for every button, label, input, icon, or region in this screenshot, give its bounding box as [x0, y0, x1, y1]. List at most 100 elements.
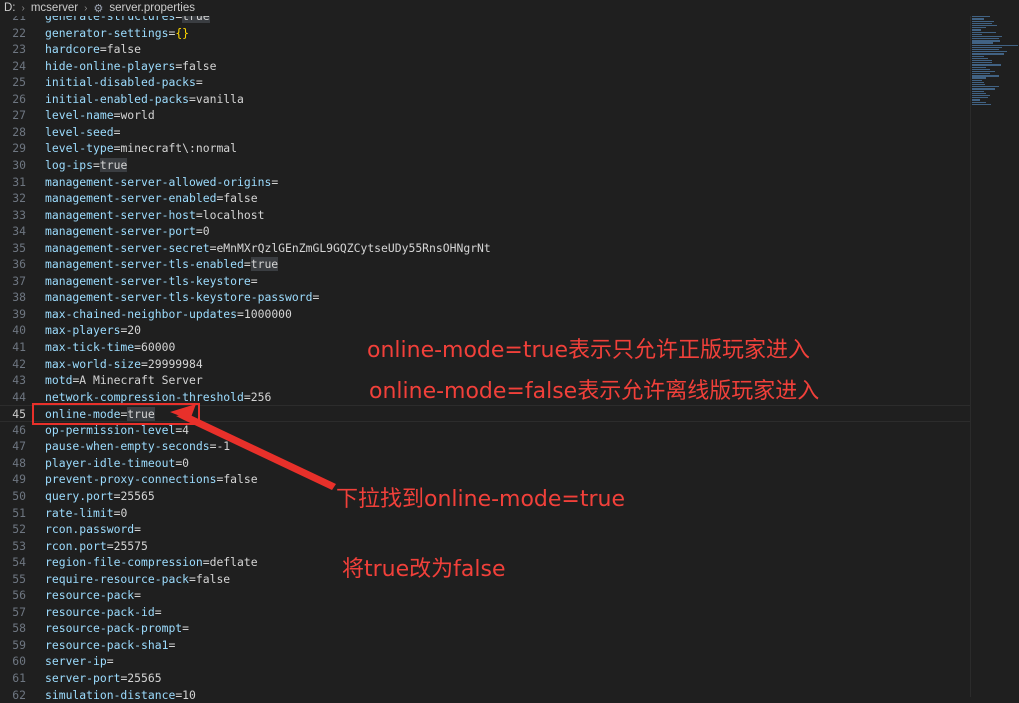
- equals-sign: =: [189, 571, 196, 586]
- code-text[interactable]: resource-pack-prompt=: [45, 620, 189, 637]
- property-key: server-ip: [45, 654, 107, 669]
- code-line[interactable]: 53 rcon.port=25575: [0, 538, 970, 555]
- code-text[interactable]: server-port=25565: [45, 670, 162, 687]
- code-text[interactable]: pause-when-empty-seconds=-1: [45, 438, 230, 455]
- code-text[interactable]: rcon.password=: [45, 521, 141, 538]
- code-line[interactable]: 59 resource-pack-sha1=: [0, 637, 970, 654]
- code-text[interactable]: player-idle-timeout=0: [45, 455, 189, 472]
- code-text[interactable]: rate-limit=0: [45, 505, 127, 522]
- code-text[interactable]: hardcore=false: [45, 41, 141, 58]
- code-line[interactable]: 40 max-players=20: [0, 322, 970, 339]
- breadcrumb-folder[interactable]: mcserver: [31, 2, 78, 14]
- code-line[interactable]: 48 player-idle-timeout=0: [0, 455, 970, 472]
- line-number: 56: [12, 588, 26, 603]
- code-text[interactable]: management-server-tls-keystore-password=: [45, 289, 319, 306]
- code-line[interactable]: 60 server-ip=: [0, 653, 970, 670]
- code-text[interactable]: prevent-proxy-connections=false: [45, 471, 258, 488]
- code-text[interactable]: server-ip=: [45, 653, 114, 670]
- code-text[interactable]: rcon.port=25575: [45, 538, 148, 555]
- property-value: true: [250, 257, 279, 272]
- code-line[interactable]: 26 initial-enabled-packs=vanilla: [0, 91, 970, 108]
- property-value: eMnMXrQzlGEnZmGL9GQZCytseUDy55RnsOHNgrNt: [216, 240, 491, 255]
- code-line[interactable]: 56 resource-pack=: [0, 587, 970, 604]
- minimap-line: [972, 92, 987, 95]
- code-text[interactable]: level-type=minecraft\:normal: [45, 140, 237, 157]
- code-line[interactable]: 47 pause-when-empty-seconds=-1: [0, 438, 970, 455]
- code-text[interactable]: generator-settings={}: [45, 25, 189, 42]
- code-text[interactable]: require-resource-pack=false: [45, 571, 230, 588]
- code-text[interactable]: motd=A Minecraft Server: [45, 372, 203, 389]
- minimap-line: [972, 66, 986, 68]
- code-line[interactable]: 38 management-server-tls-keystore-passwor…: [0, 289, 970, 306]
- code-line[interactable]: 39 max-chained-neighbor-updates=1000000: [0, 306, 970, 323]
- code-text[interactable]: management-server-secret=eMnMXrQzlGEnZmG…: [45, 240, 491, 257]
- minimap-line: [972, 53, 1004, 55]
- equals-sign: =: [195, 207, 203, 222]
- code-line[interactable]: 61 server-port=25565: [0, 670, 970, 687]
- code-line[interactable]: 36 management-server-tls-enabled=true: [0, 256, 970, 273]
- code-text[interactable]: resource-pack-id=: [45, 604, 162, 621]
- minimap-line: [972, 55, 984, 57]
- equals-sign: =: [202, 555, 210, 570]
- code-line[interactable]: 24 hide-online-players=false: [0, 58, 970, 75]
- code-text[interactable]: management-server-tls-enabled=true: [45, 256, 279, 273]
- code-text[interactable]: management-server-tls-keystore=: [45, 273, 258, 290]
- code-line[interactable]: 28 level-seed=: [0, 124, 970, 141]
- code-text[interactable]: management-server-allowed-origins=: [45, 174, 278, 191]
- code-line[interactable]: 27 level-name=world: [0, 107, 970, 124]
- code-line[interactable]: 32 management-server-enabled=false: [0, 190, 970, 207]
- line-number: 51: [12, 505, 26, 520]
- line-number: 54: [12, 555, 26, 570]
- code-line[interactable]: 30 log-ips=true: [0, 157, 970, 174]
- code-line[interactable]: 57 resource-pack-id=: [0, 604, 970, 621]
- code-text[interactable]: initial-enabled-packs=vanilla: [45, 91, 244, 108]
- code-line[interactable]: 35 management-server-secret=eMnMXrQzlGEnZ…: [0, 240, 970, 257]
- equals-sign: =: [250, 273, 258, 288]
- line-number: 32: [12, 191, 26, 206]
- minimap-line: [972, 64, 1001, 66]
- code-line[interactable]: 33 management-server-host=localhost: [0, 207, 970, 224]
- code-text[interactable]: max-world-size=29999984: [45, 356, 203, 373]
- code-line[interactable]: 37 management-server-tls-keystore=: [0, 273, 970, 290]
- line-number: 30: [12, 157, 26, 172]
- code-text[interactable]: query.port=25565: [45, 488, 155, 505]
- code-line[interactable]: 58 resource-pack-prompt=: [0, 620, 970, 637]
- property-value: false: [223, 472, 258, 487]
- breadcrumb-file[interactable]: server.properties: [109, 2, 195, 14]
- code-text[interactable]: management-server-host=localhost: [45, 207, 264, 224]
- code-line[interactable]: 31 management-server-allowed-origins=: [0, 174, 970, 191]
- code-line[interactable]: 62 simulation-distance=10: [0, 687, 970, 703]
- code-line[interactable]: 52 rcon.password=: [0, 521, 970, 538]
- code-text[interactable]: initial-disabled-packs=: [45, 74, 203, 91]
- code-text[interactable]: max-chained-neighbor-updates=1000000: [45, 306, 292, 323]
- code-text[interactable]: hide-online-players=false: [45, 58, 216, 75]
- property-value: A Minecraft Server: [79, 373, 203, 388]
- line-number: 41: [12, 340, 26, 354]
- code-line[interactable]: 23 hardcore=false: [0, 41, 970, 58]
- property-key: initial-enabled-packs: [45, 91, 190, 106]
- code-text[interactable]: management-server-enabled=false: [45, 190, 258, 207]
- property-key: network-compression-threshold: [45, 389, 244, 404]
- code-text[interactable]: resource-pack=: [45, 587, 141, 604]
- property-key: level-type: [45, 141, 114, 156]
- code-text[interactable]: max-players=20: [45, 322, 141, 339]
- code-text[interactable]: log-ips=true: [45, 157, 128, 174]
- code-line[interactable]: 34 management-server-port=0: [0, 223, 970, 240]
- minimap-line: [972, 29, 981, 31]
- line-number: 39: [12, 306, 26, 321]
- code-text[interactable]: level-seed=: [45, 124, 120, 141]
- code-text[interactable]: management-server-port=0: [45, 223, 210, 240]
- minimap-line: [972, 81, 984, 84]
- code-text[interactable]: simulation-distance=10: [45, 687, 196, 703]
- code-text[interactable]: max-tick-time=60000: [45, 339, 175, 356]
- code-line[interactable]: 29 level-type=minecraft\:normal: [0, 140, 970, 157]
- code-text[interactable]: level-name=world: [45, 107, 155, 124]
- property-value: 20: [127, 323, 142, 338]
- code-line[interactable]: 49 prevent-proxy-connections=false: [0, 471, 970, 488]
- code-text[interactable]: resource-pack-sha1=: [45, 637, 175, 654]
- code-line[interactable]: 22 generator-settings={}: [0, 25, 970, 42]
- breadcrumb-drive[interactable]: D:: [4, 2, 16, 14]
- code-text[interactable]: region-file-compression=deflate: [45, 554, 258, 571]
- minimap[interactable]: [972, 14, 1018, 105]
- code-line[interactable]: 25 initial-disabled-packs=: [0, 74, 970, 91]
